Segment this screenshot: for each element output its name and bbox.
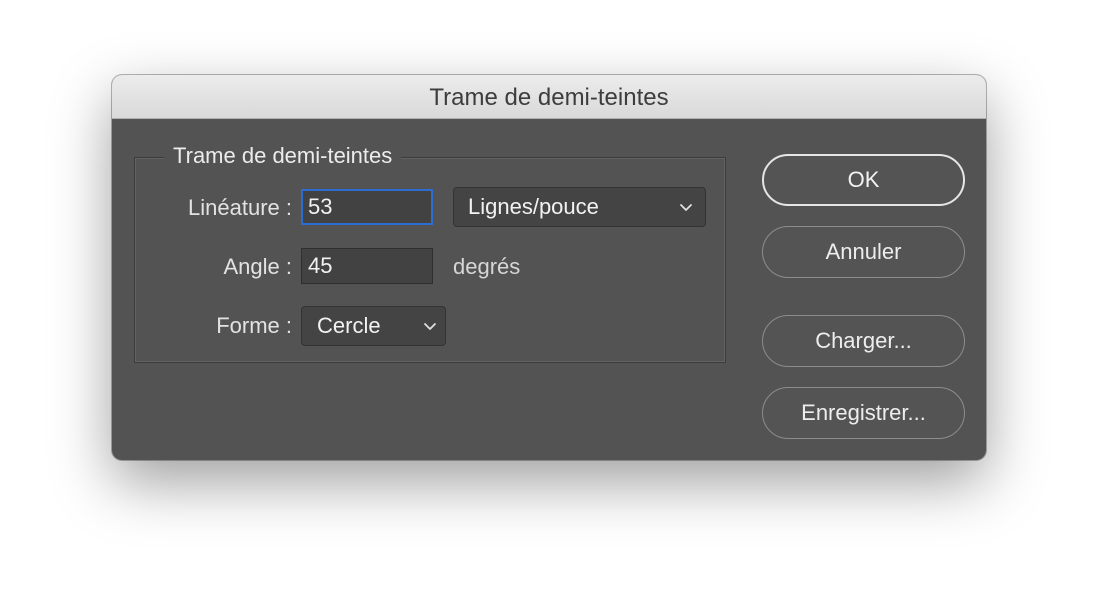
ok-button[interactable]: OK — [762, 154, 965, 206]
save-button[interactable]: Enregistrer... — [762, 387, 965, 439]
chevron-down-icon — [424, 323, 436, 330]
lineature-input[interactable]: 53 — [301, 189, 433, 225]
angle-unit-label: degrés — [453, 254, 521, 279]
group-legend: Trame de demi-teintes — [164, 142, 402, 170]
cancel-button[interactable]: Annuler — [762, 226, 965, 278]
forme-value: Cercle — [317, 313, 381, 338]
angle-label: Angle : — [223, 254, 293, 279]
forme-select[interactable]: Cercle — [301, 306, 446, 346]
halftone-screen-dialog: Trame de demi-teintes Trame de demi-tein… — [112, 75, 986, 460]
angle-input[interactable]: 45 — [301, 248, 433, 284]
chevron-down-icon — [680, 204, 692, 211]
forme-label: Forme : — [216, 313, 292, 338]
lineature-unit-select[interactable]: Lignes/pouce — [453, 187, 706, 227]
window-title: Trame de demi-teintes — [112, 75, 986, 119]
lineature-label: Linéature : — [188, 195, 292, 220]
load-button[interactable]: Charger... — [762, 315, 965, 367]
lineature-unit-value: Lignes/pouce — [468, 194, 599, 219]
